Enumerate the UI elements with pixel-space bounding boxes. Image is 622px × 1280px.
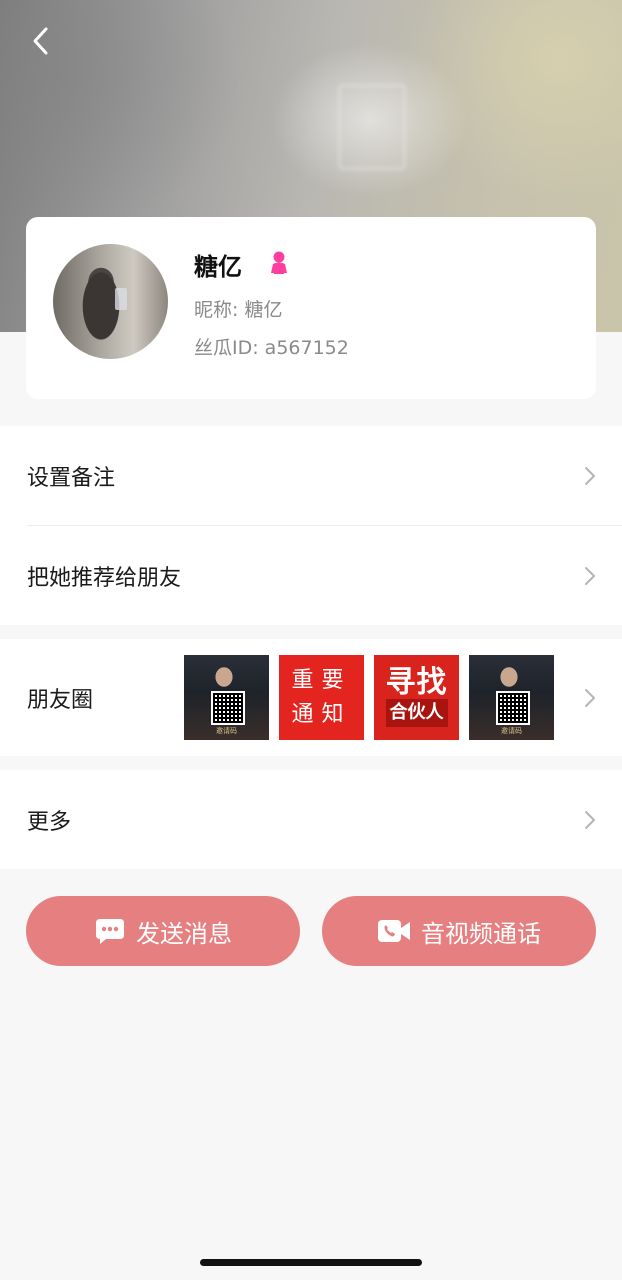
avatar[interactable]: [53, 244, 168, 359]
set-remark-row[interactable]: 设置备注: [0, 426, 622, 525]
video-call-icon: [378, 920, 410, 942]
chevron-right-icon: [585, 688, 595, 707]
action-buttons: 发送消息 音视频通话: [26, 896, 596, 966]
profile-card: 糖亿 昵称: 糖亿 丝瓜ID: a567152: [26, 217, 596, 399]
recommend-to-friend-row[interactable]: 把她推荐给朋友: [0, 526, 622, 625]
home-indicator[interactable]: [200, 1259, 422, 1266]
recommend-label: 把她推荐给朋友: [27, 565, 182, 591]
menu-group-1: 设置备注 把她推荐给朋友: [0, 426, 622, 625]
thumbnail-caption: 邀请码: [216, 727, 237, 735]
more-section: 更多: [0, 770, 622, 869]
qr-code-image: [496, 691, 530, 725]
more-row[interactable]: 更多: [0, 770, 622, 869]
moments-thumbnail[interactable]: 邀请码: [469, 655, 554, 740]
avatar-phone-detail: [115, 288, 127, 310]
video-call-button[interactable]: 音视频通话: [322, 896, 596, 966]
moments-thumbnail[interactable]: 邀请码: [184, 655, 269, 740]
moments-thumbnail[interactable]: 重要通知: [279, 655, 364, 740]
chevron-left-icon: [33, 27, 48, 55]
thumbnail-partner-line1: 寻找: [385, 664, 448, 700]
send-message-label: 发送消息: [136, 919, 232, 948]
chevron-right-icon: [585, 566, 595, 585]
more-label: 更多: [27, 809, 72, 835]
back-button[interactable]: [22, 22, 60, 60]
cover-blurred-frame: [338, 84, 406, 170]
moments-row[interactable]: 朋友圈 邀请码 重要通知 寻找 合伙人 邀请码: [0, 639, 622, 756]
thumbnail-partner-line2: 合伙人: [385, 698, 448, 727]
chevron-right-icon: [585, 466, 595, 485]
female-icon: [271, 251, 287, 274]
user-id-label: 丝瓜ID: a567152: [194, 337, 349, 359]
moments-thumbnail[interactable]: 寻找 合伙人: [374, 655, 459, 740]
chat-bubble-icon: [96, 919, 124, 944]
moments-section: 朋友圈 邀请码 重要通知 寻找 合伙人 邀请码: [0, 639, 622, 756]
thumbnail-caption: 邀请码: [501, 727, 522, 735]
set-remark-label: 设置备注: [27, 465, 116, 491]
chevron-right-icon: [585, 810, 595, 829]
profile-name: 糖亿: [194, 253, 242, 281]
video-call-label: 音视频通话: [421, 919, 541, 948]
moments-label: 朋友圈: [27, 687, 94, 713]
moments-thumbnails: 邀请码 重要通知 寻找 合伙人 邀请码: [184, 655, 554, 740]
nickname-label: 昵称: 糖亿: [194, 299, 283, 321]
thumbnail-partner-text: 寻找 合伙人: [385, 664, 448, 727]
qr-code-image: [211, 691, 245, 725]
send-message-button[interactable]: 发送消息: [26, 896, 300, 966]
thumbnail-notice-text: 重要通知: [291, 667, 352, 727]
